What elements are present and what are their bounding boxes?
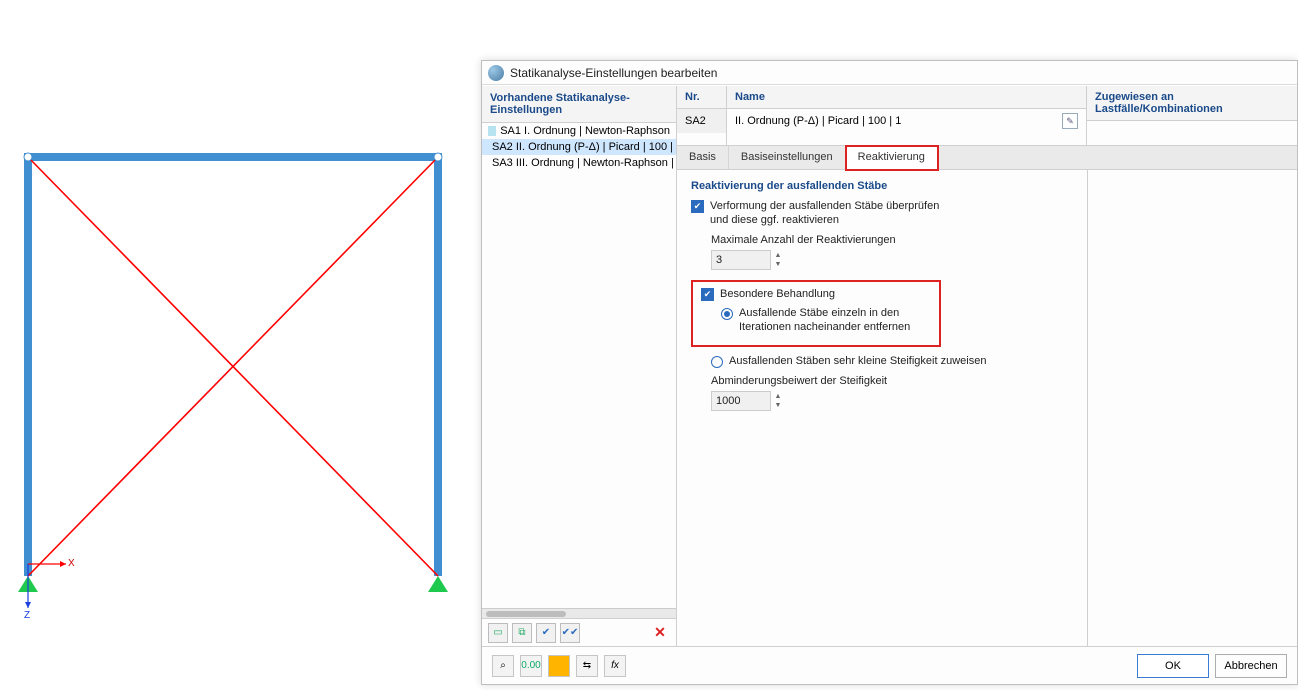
static-analysis-settings-dialog: Statikanalyse-Einstellungen bearbeiten V… [481,60,1298,685]
delete-icon[interactable]: ✕ [650,623,670,643]
assign-value [1087,121,1297,145]
section-title: Reaktivierung der ausfallenden Stäbe [691,180,1073,192]
ok-button[interactable]: OK [1137,654,1209,678]
model-viewport[interactable]: X Z [0,0,480,685]
check-verify-deformation[interactable]: ✔ [691,200,704,213]
tab-reactivation[interactable]: Reaktivierung [846,146,938,170]
edit-name-icon[interactable]: ✎ [1062,113,1078,129]
dialog-title: Statikanalyse-Einstellungen bearbeiten [510,66,717,80]
help-icon[interactable]: ⌕ [492,655,514,677]
frame-model-svg [0,0,480,685]
highlight-box: ✔ Besondere Behandlung Ausfallende Stäbe… [691,280,941,347]
max-reactivations-spinner[interactable]: ▲▼ [773,251,783,269]
dialog-footer: ⌕ 0.00 ⇆ fx OK Abbrechen [482,646,1297,684]
tab-base-settings[interactable]: Basiseinstellungen [729,146,846,169]
nr-value: SA2 [677,109,726,133]
stiffness-reduction-label: Abminderungsbeiwert der Steifigkeit [711,375,1073,387]
max-reactivations-field[interactable]: 3 [711,250,771,270]
horizontal-scrollbar[interactable] [482,608,676,618]
settings-list-panel: Vorhandene Statikanalyse-Einstellungen S… [482,86,677,646]
tab-basis[interactable]: Basis [677,146,729,169]
radio-remove-individually-label: Ausfallende Stäbe einzeln in den Iterati… [739,307,931,335]
new-icon[interactable]: ▭ [488,623,508,643]
settings-list-header: Vorhandene Statikanalyse-Einstellungen [482,86,676,123]
checkall-icon[interactable]: ✔✔ [560,623,580,643]
max-reactivations-label: Maximale Anzahl der Reaktivierungen [711,234,1073,246]
radio-small-stiffness-label: Ausfallenden Stäben sehr kleine Steifigk… [729,355,986,369]
tab-bar: Basis Basiseinstellungen Reaktivierung [677,146,1297,170]
check-special-treatment[interactable]: ✔ [701,288,714,301]
nr-header: Nr. [677,86,726,109]
assignment-panel [1087,170,1297,646]
axis-z-label: Z [24,610,30,621]
name-header: Name [727,86,1086,109]
script-icon[interactable]: fx [604,655,626,677]
dialog-titlebar[interactable]: Statikanalyse-Einstellungen bearbeiten [482,61,1297,85]
name-input[interactable]: II. Ordnung (P-Δ) | Picard | 100 | 1 [735,115,1062,127]
check-verify-deformation-label: Verformung der ausfallenden Stäbe überpr… [710,200,950,228]
settings-detail-panel: Nr. SA2 Name II. Ordnung (P-Δ) | Picard … [677,86,1297,646]
settings-list[interactable]: SA1 I. Ordnung | Newton-Raphson SA2 II. … [482,123,676,608]
list-item[interactable]: SA3 III. Ordnung | Newton-Raphson | 1 [482,155,676,171]
axis-x-label: X [68,558,75,569]
stiffness-reduction-spinner[interactable]: ▲▼ [773,392,783,410]
stiffness-reduction-field[interactable]: 1000 [711,391,771,411]
units-icon[interactable]: 0.00 [520,655,542,677]
radio-small-stiffness[interactable] [711,356,723,368]
hierarchy-icon[interactable]: ⇆ [576,655,598,677]
reactivation-content: Reaktivierung der ausfallenden Stäbe ✔ V… [677,170,1087,646]
app-icon [488,65,504,81]
assign-header: Zugewiesen an Lastfälle/Kombinationen [1087,86,1297,121]
list-toolbar: ▭ ⧉ ✔ ✔✔ ✕ [482,618,676,646]
list-item[interactable]: SA2 II. Ordnung (P-Δ) | Picard | 100 | 1 [482,139,676,155]
radio-remove-individually[interactable] [721,308,733,320]
cancel-button[interactable]: Abbrechen [1215,654,1287,678]
check-special-treatment-label: Besondere Behandlung [720,288,835,302]
copy-icon[interactable]: ⧉ [512,623,532,643]
list-item[interactable]: SA1 I. Ordnung | Newton-Raphson [482,123,676,139]
color-icon[interactable] [548,655,570,677]
check-icon[interactable]: ✔ [536,623,556,643]
